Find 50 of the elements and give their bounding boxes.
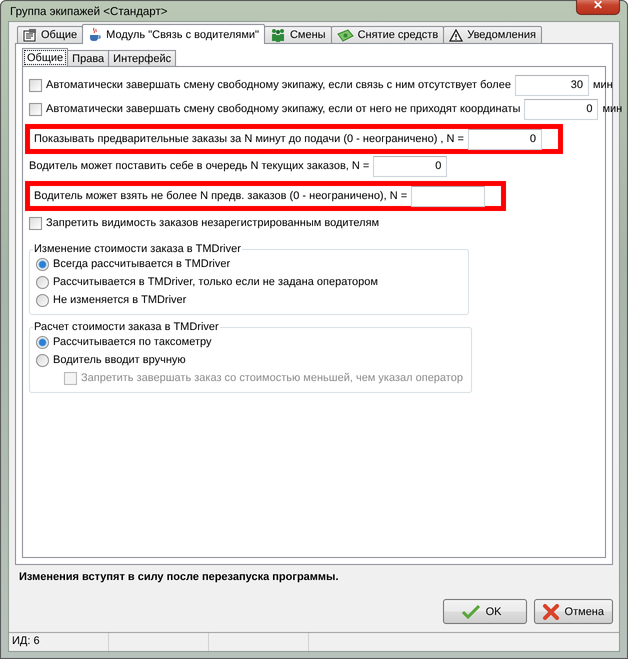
option-label: Не изменяется в TMDriver (53, 294, 186, 306)
option-label: Всегда рассчитывается в TMDriver (53, 258, 230, 270)
option-label: Рассчитывается по таксометру (53, 336, 212, 348)
tab[interactable]: Модуль "Связь с водителями" (82, 24, 265, 44)
radio-button[interactable] (36, 294, 49, 306)
number-field[interactable]: 0 (524, 98, 598, 120)
banknote-icon (336, 28, 354, 42)
setting-label: Автоматически завершать смену свободному экипажу, если связь с ним отсутствует более (46, 79, 511, 91)
radio-button[interactable] (36, 258, 49, 270)
dialog-button[interactable]: Отмена (534, 599, 613, 624)
setting-label: Показывать предварительные заказы за N минут до подачи (0 - неограничено) , N = (34, 133, 464, 145)
tab[interactable]: Смены (264, 26, 332, 44)
window-title: Группа экипажей <Стандарт> (9, 6, 168, 18)
option-label: Запретить завершать заказ со стоимостью меньшей, чем указал оператор (81, 372, 463, 384)
status-text: ИД: 6 (9, 633, 109, 651)
number-field[interactable]: 0 (468, 128, 542, 150)
setting-label: Автоматически завершать смену свободному экипажу, если от него не приходят координаты (46, 103, 520, 115)
radio-button[interactable] (36, 354, 49, 366)
cup-icon (88, 27, 102, 42)
setting-label: Запретить видимость заказов незарегистрированным водителям (46, 217, 380, 229)
radio-button[interactable] (36, 276, 49, 288)
close-icon (542, 604, 559, 620)
number-field[interactable]: 30 (514, 74, 589, 96)
people-icon (270, 28, 286, 42)
group-title: Изменение стоимости заказа в TMDriver (33, 243, 242, 255)
check-icon (462, 604, 480, 618)
notice-text: Изменения вступят в силу после перезапуска программы. (18, 570, 340, 585)
checkbox[interactable] (29, 78, 42, 92)
option-label: Рассчитывается в TMDriver, только если не задана оператором (53, 276, 378, 288)
unit-label: мин (592, 79, 613, 91)
group-title: Расчет стоимости заказа в TMDriver (33, 321, 220, 333)
setting-label: Водитель может поставить себе в очередь N текущих заказов, N = (29, 160, 370, 172)
close-button[interactable]: ✕ (576, 0, 620, 15)
number-field[interactable]: 0 (373, 156, 448, 176)
tab[interactable]: Общие (17, 26, 84, 44)
setting-label: Водитель может взять не более N предв. заказов (0 - неограничено), N = (34, 190, 408, 202)
sub-tab[interactable]: Интерфейс (108, 50, 176, 67)
tab[interactable]: Снятие средств (330, 26, 444, 44)
form-icon (23, 28, 37, 42)
sub-tab[interactable]: Общие (22, 48, 68, 67)
number-field[interactable] (411, 186, 486, 206)
checkbox[interactable] (29, 102, 42, 116)
option-label: Водитель вводит вручную (53, 354, 186, 366)
unit-label: мин (602, 103, 622, 115)
warning-icon (449, 28, 464, 42)
sub-tab[interactable]: Права (67, 50, 110, 67)
checkbox[interactable] (29, 216, 42, 230)
tab[interactable]: Уведомления (443, 26, 542, 44)
dialog-button[interactable]: OK (442, 599, 527, 624)
radio-button[interactable] (36, 336, 49, 348)
